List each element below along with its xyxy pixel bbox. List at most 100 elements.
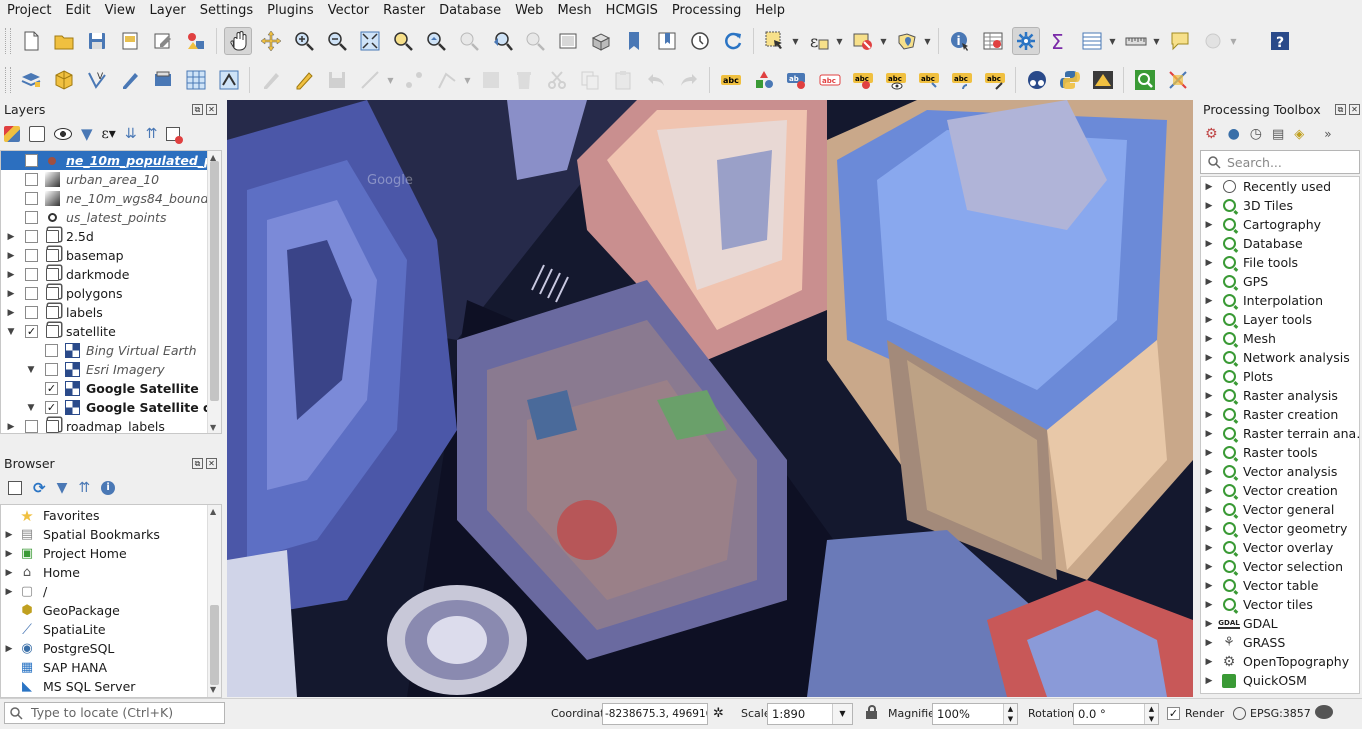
undo-icon[interactable] <box>642 66 670 94</box>
table-dropdown-icon[interactable]: ▼ <box>1108 27 1117 55</box>
layer-row[interactable]: ▶ darkmode <box>1 265 207 284</box>
hcmgis-plugin-icon[interactable] <box>1089 66 1117 94</box>
browser-refresh-icon[interactable]: ⟳ <box>33 479 46 497</box>
expand-arrow-icon[interactable]: ▶ <box>5 232 17 242</box>
modify-dropdown-icon[interactable]: ▼ <box>463 66 472 94</box>
toolbox-search-input[interactable]: Search... <box>1200 150 1360 174</box>
expand-arrow-icon[interactable]: ▶ <box>1203 638 1215 648</box>
layer-visibility-checkbox[interactable] <box>25 192 38 205</box>
toolbox-provider[interactable]: ▶ Plots <box>1203 367 1274 386</box>
toolbox-provider[interactable]: ▶ Cartography <box>1203 215 1322 234</box>
expand-arrow-icon[interactable]: ▶ <box>1203 391 1215 401</box>
map-canvas[interactable]: Google <box>227 100 1193 697</box>
collapse-arrow-icon[interactable]: ▼ <box>25 365 37 375</box>
select-features-dropdown-icon[interactable]: ▼ <box>791 27 800 55</box>
expand-arrow-icon[interactable]: ▶ <box>1203 429 1215 439</box>
expand-arrow-icon[interactable]: ▶ <box>1203 486 1215 496</box>
locator-input[interactable]: Type to locate (Ctrl+K) <box>4 702 225 724</box>
highlight-pinned-labels-icon[interactable]: ab <box>783 66 811 94</box>
layer-row[interactable]: ne_10m_populated_place <box>1 151 221 170</box>
toolbox-provider[interactable]: ▶ Database <box>1203 234 1303 253</box>
toolbox-provider[interactable]: ▶ Vector selection <box>1203 557 1343 576</box>
float-panel-icon[interactable]: ⧉ <box>192 104 203 115</box>
expand-arrow-icon[interactable]: ▶ <box>5 289 17 299</box>
pan-to-selection-icon[interactable] <box>257 27 285 55</box>
map-tips-icon[interactable] <box>1166 27 1194 55</box>
results-viewer-icon[interactable]: ▤ <box>1272 127 1284 142</box>
data-source-manager-icon[interactable] <box>17 66 45 94</box>
toolbar-handle[interactable] <box>5 28 11 54</box>
toolbox-more-icon[interactable]: » <box>1324 127 1331 141</box>
layer-row[interactable]: us_latest_points <box>1 208 207 227</box>
osm-place-search-icon[interactable] <box>1023 66 1051 94</box>
layer-row[interactable]: ▼ Esri Imagery <box>1 360 207 379</box>
filter-legend-icon[interactable]: ▼ <box>81 125 93 143</box>
toolbox-provider[interactable]: ▶ Mesh <box>1203 329 1276 348</box>
scale-combo[interactable]: 1:890 ▼ <box>767 703 853 725</box>
expand-arrow-icon[interactable]: ▶ <box>1203 334 1215 344</box>
toolbox-provider[interactable]: ▶ Vector analysis <box>1203 462 1338 481</box>
menu-mesh[interactable]: Mesh <box>550 0 598 22</box>
expand-arrow-icon[interactable]: ▶ <box>1203 657 1215 667</box>
layers-horizontal-scrollbar[interactable] <box>1 433 207 434</box>
redo-icon[interactable] <box>675 66 703 94</box>
add-group-icon[interactable] <box>29 126 45 142</box>
layer-diagram-options-icon[interactable] <box>750 66 778 94</box>
help-icon[interactable]: ? <box>1266 27 1294 55</box>
expand-arrow-icon[interactable]: ▶ <box>1203 315 1215 325</box>
zoom-native-resolution-icon[interactable] <box>455 27 483 55</box>
browser-properties-icon[interactable]: i <box>101 481 116 495</box>
expand-arrow-icon[interactable]: ▶ <box>1203 410 1215 420</box>
expand-arrow-icon[interactable]: ▶ <box>3 530 15 540</box>
browser-item[interactable]: ▶ ▣ Project Home <box>3 544 127 563</box>
menu-project[interactable]: Project <box>0 0 58 22</box>
expand-arrow-icon[interactable]: ▶ <box>3 568 15 578</box>
collapse-arrow-icon[interactable]: ▼ <box>5 327 17 337</box>
statistical-summary-icon[interactable]: Σ <box>1045 27 1073 55</box>
pan-map-icon[interactable] <box>223 27 252 55</box>
magnifier-stepper-icon[interactable]: ▲ ▼ <box>1003 704 1017 724</box>
browser-item[interactable]: ▶ ▢ / <box>3 582 48 601</box>
close-panel-icon[interactable]: ✕ <box>206 104 217 115</box>
move-label-icon[interactable]: abc <box>915 66 943 94</box>
digitize-icon[interactable] <box>116 66 144 94</box>
layer-row[interactable]: ▶ basemap <box>1 246 207 265</box>
expand-arrow-icon[interactable]: ▶ <box>1203 277 1215 287</box>
new-print-layout-icon[interactable] <box>116 27 144 55</box>
layer-visibility-checkbox[interactable]: ✓ <box>45 382 58 395</box>
expand-arrow-icon[interactable]: ▶ <box>1203 201 1215 211</box>
expand-arrow-icon[interactable]: ▶ <box>1203 239 1215 249</box>
browser-filter-icon[interactable]: ▼ <box>57 480 68 496</box>
add-line-feature-icon[interactable] <box>356 66 384 94</box>
zoom-in-icon[interactable] <box>290 27 318 55</box>
layer-visibility-checkbox[interactable] <box>25 211 38 224</box>
processing-toolbox-icon[interactable] <box>1011 27 1040 55</box>
measure-dropdown-icon[interactable]: ▼ <box>1152 27 1161 55</box>
deselect-all-icon[interactable] <box>849 27 877 55</box>
toolbox-provider[interactable]: ▶ Recently used <box>1203 177 1332 196</box>
remove-layer-icon[interactable] <box>166 127 184 144</box>
expand-arrow-icon[interactable]: ▶ <box>1203 505 1215 515</box>
show-hide-labels-icon[interactable]: abc <box>882 66 910 94</box>
delete-selected-icon[interactable] <box>510 66 538 94</box>
toolbox-provider[interactable]: ▶ Raster tools <box>1203 443 1318 462</box>
crs-button[interactable]: EPSG:3857 <box>1250 703 1311 725</box>
layer-visibility-checkbox[interactable] <box>25 287 38 300</box>
new-3d-map-view-icon[interactable] <box>587 27 615 55</box>
close-toolbox-icon[interactable]: ✕ <box>1349 104 1360 115</box>
modify-attributes-icon[interactable] <box>433 66 461 94</box>
zoom-out-icon[interactable] <box>323 27 351 55</box>
browser-item[interactable]: ⬢ GeoPackage <box>3 601 120 620</box>
magnifier-spinbox[interactable]: 100% ▲ ▼ <box>932 703 1018 725</box>
menu-plugins[interactable]: Plugins <box>260 0 321 22</box>
lock-scale-icon[interactable] <box>866 705 877 719</box>
layer-visibility-checkbox[interactable] <box>25 268 38 281</box>
expand-arrow-icon[interactable]: ▶ <box>5 422 17 432</box>
temporal-controller-icon[interactable] <box>686 27 714 55</box>
select-by-expression-icon[interactable]: ε <box>805 27 833 55</box>
layer-visibility-checkbox[interactable] <box>25 230 38 243</box>
change-label-icon[interactable]: abc <box>981 66 1009 94</box>
expand-arrow-icon[interactable]: ▶ <box>1203 543 1215 553</box>
layer-row[interactable]: Bing Virtual Earth <box>1 341 207 360</box>
menu-help[interactable]: Help <box>748 0 792 22</box>
